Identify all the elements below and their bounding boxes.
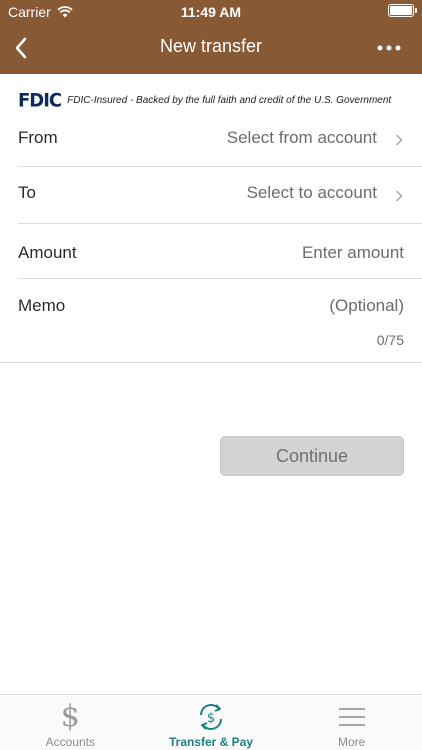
chevron-right-icon: [396, 134, 403, 146]
from-account-select[interactable]: Select from account: [227, 128, 377, 148]
memo-input[interactable]: (Optional): [329, 296, 404, 316]
from-label: From: [18, 128, 58, 147]
fdic-disclaimer: FDIC-Insured - Backed by the full faith …: [67, 95, 392, 106]
tab-accounts[interactable]: $ Accounts: [0, 695, 141, 750]
amount-label: Amount: [18, 243, 77, 262]
amount-row: Amount Enter amount: [0, 224, 422, 278]
memo-label: Memo: [18, 296, 66, 315]
tab-label: Transfer & Pay: [168, 735, 254, 749]
status-time: 11:49 AM: [180, 4, 242, 20]
tab-transfer-pay[interactable]: $ Transfer & Pay: [141, 695, 282, 750]
more-options-button[interactable]: [374, 36, 404, 60]
to-label: To: [18, 183, 36, 202]
divider: [0, 362, 422, 363]
continue-button[interactable]: Continue: [220, 436, 404, 476]
amount-input[interactable]: Enter amount: [302, 243, 404, 263]
memo-char-counter: 0/75: [376, 332, 404, 348]
nav-bar: New transfer: [0, 24, 422, 74]
tab-label: Accounts: [45, 735, 96, 749]
dollar-icon: $: [60, 699, 80, 734]
status-bar: Carrier 11:49 AM: [0, 0, 422, 24]
to-account-select[interactable]: Select to account: [247, 183, 377, 203]
battery-icon: [388, 4, 417, 17]
app-header: Carrier 11:49 AM New transfer: [0, 0, 422, 74]
tab-bar: $ Accounts $ Transfer & Pay More: [0, 694, 422, 750]
svg-text:$: $: [207, 711, 215, 726]
ellipsis-icon: [377, 45, 401, 51]
transfer-pay-icon: $: [200, 704, 222, 730]
page-title: New transfer: [159, 36, 263, 56]
fdic-banner: FDIC FDIC-Insured - Backed by the full f…: [18, 89, 392, 112]
from-account-row[interactable]: From Select from account: [0, 112, 422, 166]
chevron-right-icon: [396, 190, 403, 202]
tab-more[interactable]: More: [281, 695, 422, 750]
tab-label: More: [338, 735, 366, 749]
to-account-row[interactable]: To Select to account: [0, 167, 422, 223]
hamburger-menu-icon: [338, 708, 365, 726]
fdic-logo: FDIC: [18, 89, 62, 112]
memo-row: Memo (Optional): [0, 279, 422, 361]
